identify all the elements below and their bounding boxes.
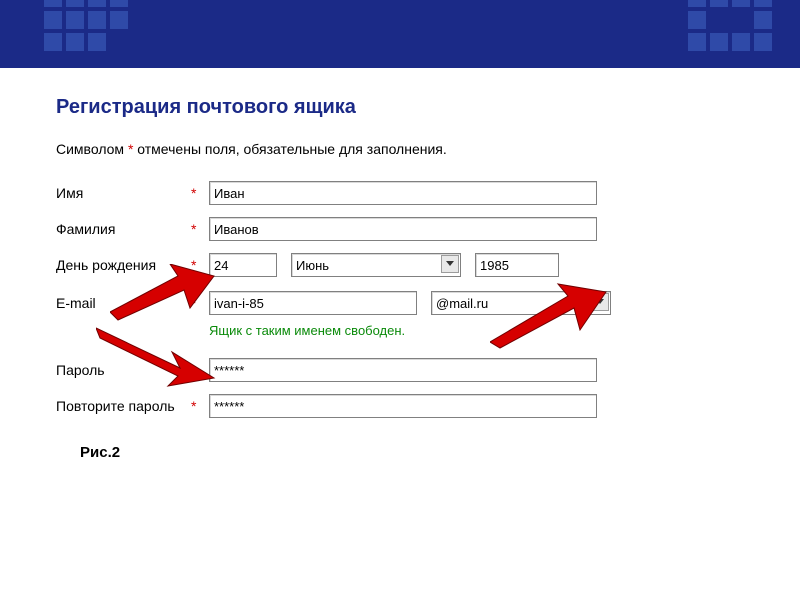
birthday-year-input[interactable] xyxy=(475,253,559,277)
note-text-pre: Символом xyxy=(56,141,128,157)
password-input[interactable] xyxy=(209,358,597,382)
required-mark: * xyxy=(191,185,205,201)
required-mark: * xyxy=(191,257,205,273)
chevron-down-icon[interactable] xyxy=(591,293,609,311)
label-email: E-mail xyxy=(56,295,191,311)
required-note: Символом * отмечены поля, обязательные д… xyxy=(56,141,744,157)
note-text-post: отмечены поля, обязательные для заполнен… xyxy=(133,141,446,157)
required-mark: * xyxy=(191,362,205,378)
figure-caption: Рис.2 xyxy=(80,444,744,461)
label-password: Пароль xyxy=(56,362,191,378)
chevron-down-icon[interactable] xyxy=(441,255,459,273)
birthday-month-select[interactable] xyxy=(291,253,461,277)
birthday-day-input[interactable] xyxy=(209,253,277,277)
lastname-input[interactable] xyxy=(209,217,597,241)
header-banner xyxy=(0,0,800,68)
form-container: Регистрация почтового ящика Символом * о… xyxy=(0,68,800,461)
label-birthday: День рождения xyxy=(56,257,191,273)
firstname-input[interactable] xyxy=(209,181,597,205)
email-availability-status: Ящик с таким именем свободен. xyxy=(209,323,744,338)
label-password2: Повторите пароль xyxy=(56,398,191,414)
required-mark: * xyxy=(191,221,205,237)
required-mark: * xyxy=(191,398,205,414)
label-lastname: Фамилия xyxy=(56,221,191,237)
label-firstname: Имя xyxy=(56,185,191,201)
email-domain-select[interactable] xyxy=(431,291,611,315)
required-mark: * xyxy=(191,295,205,311)
page-title: Регистрация почтового ящика xyxy=(56,96,744,119)
email-username-input[interactable] xyxy=(209,291,417,315)
password-confirm-input[interactable] xyxy=(209,394,597,418)
